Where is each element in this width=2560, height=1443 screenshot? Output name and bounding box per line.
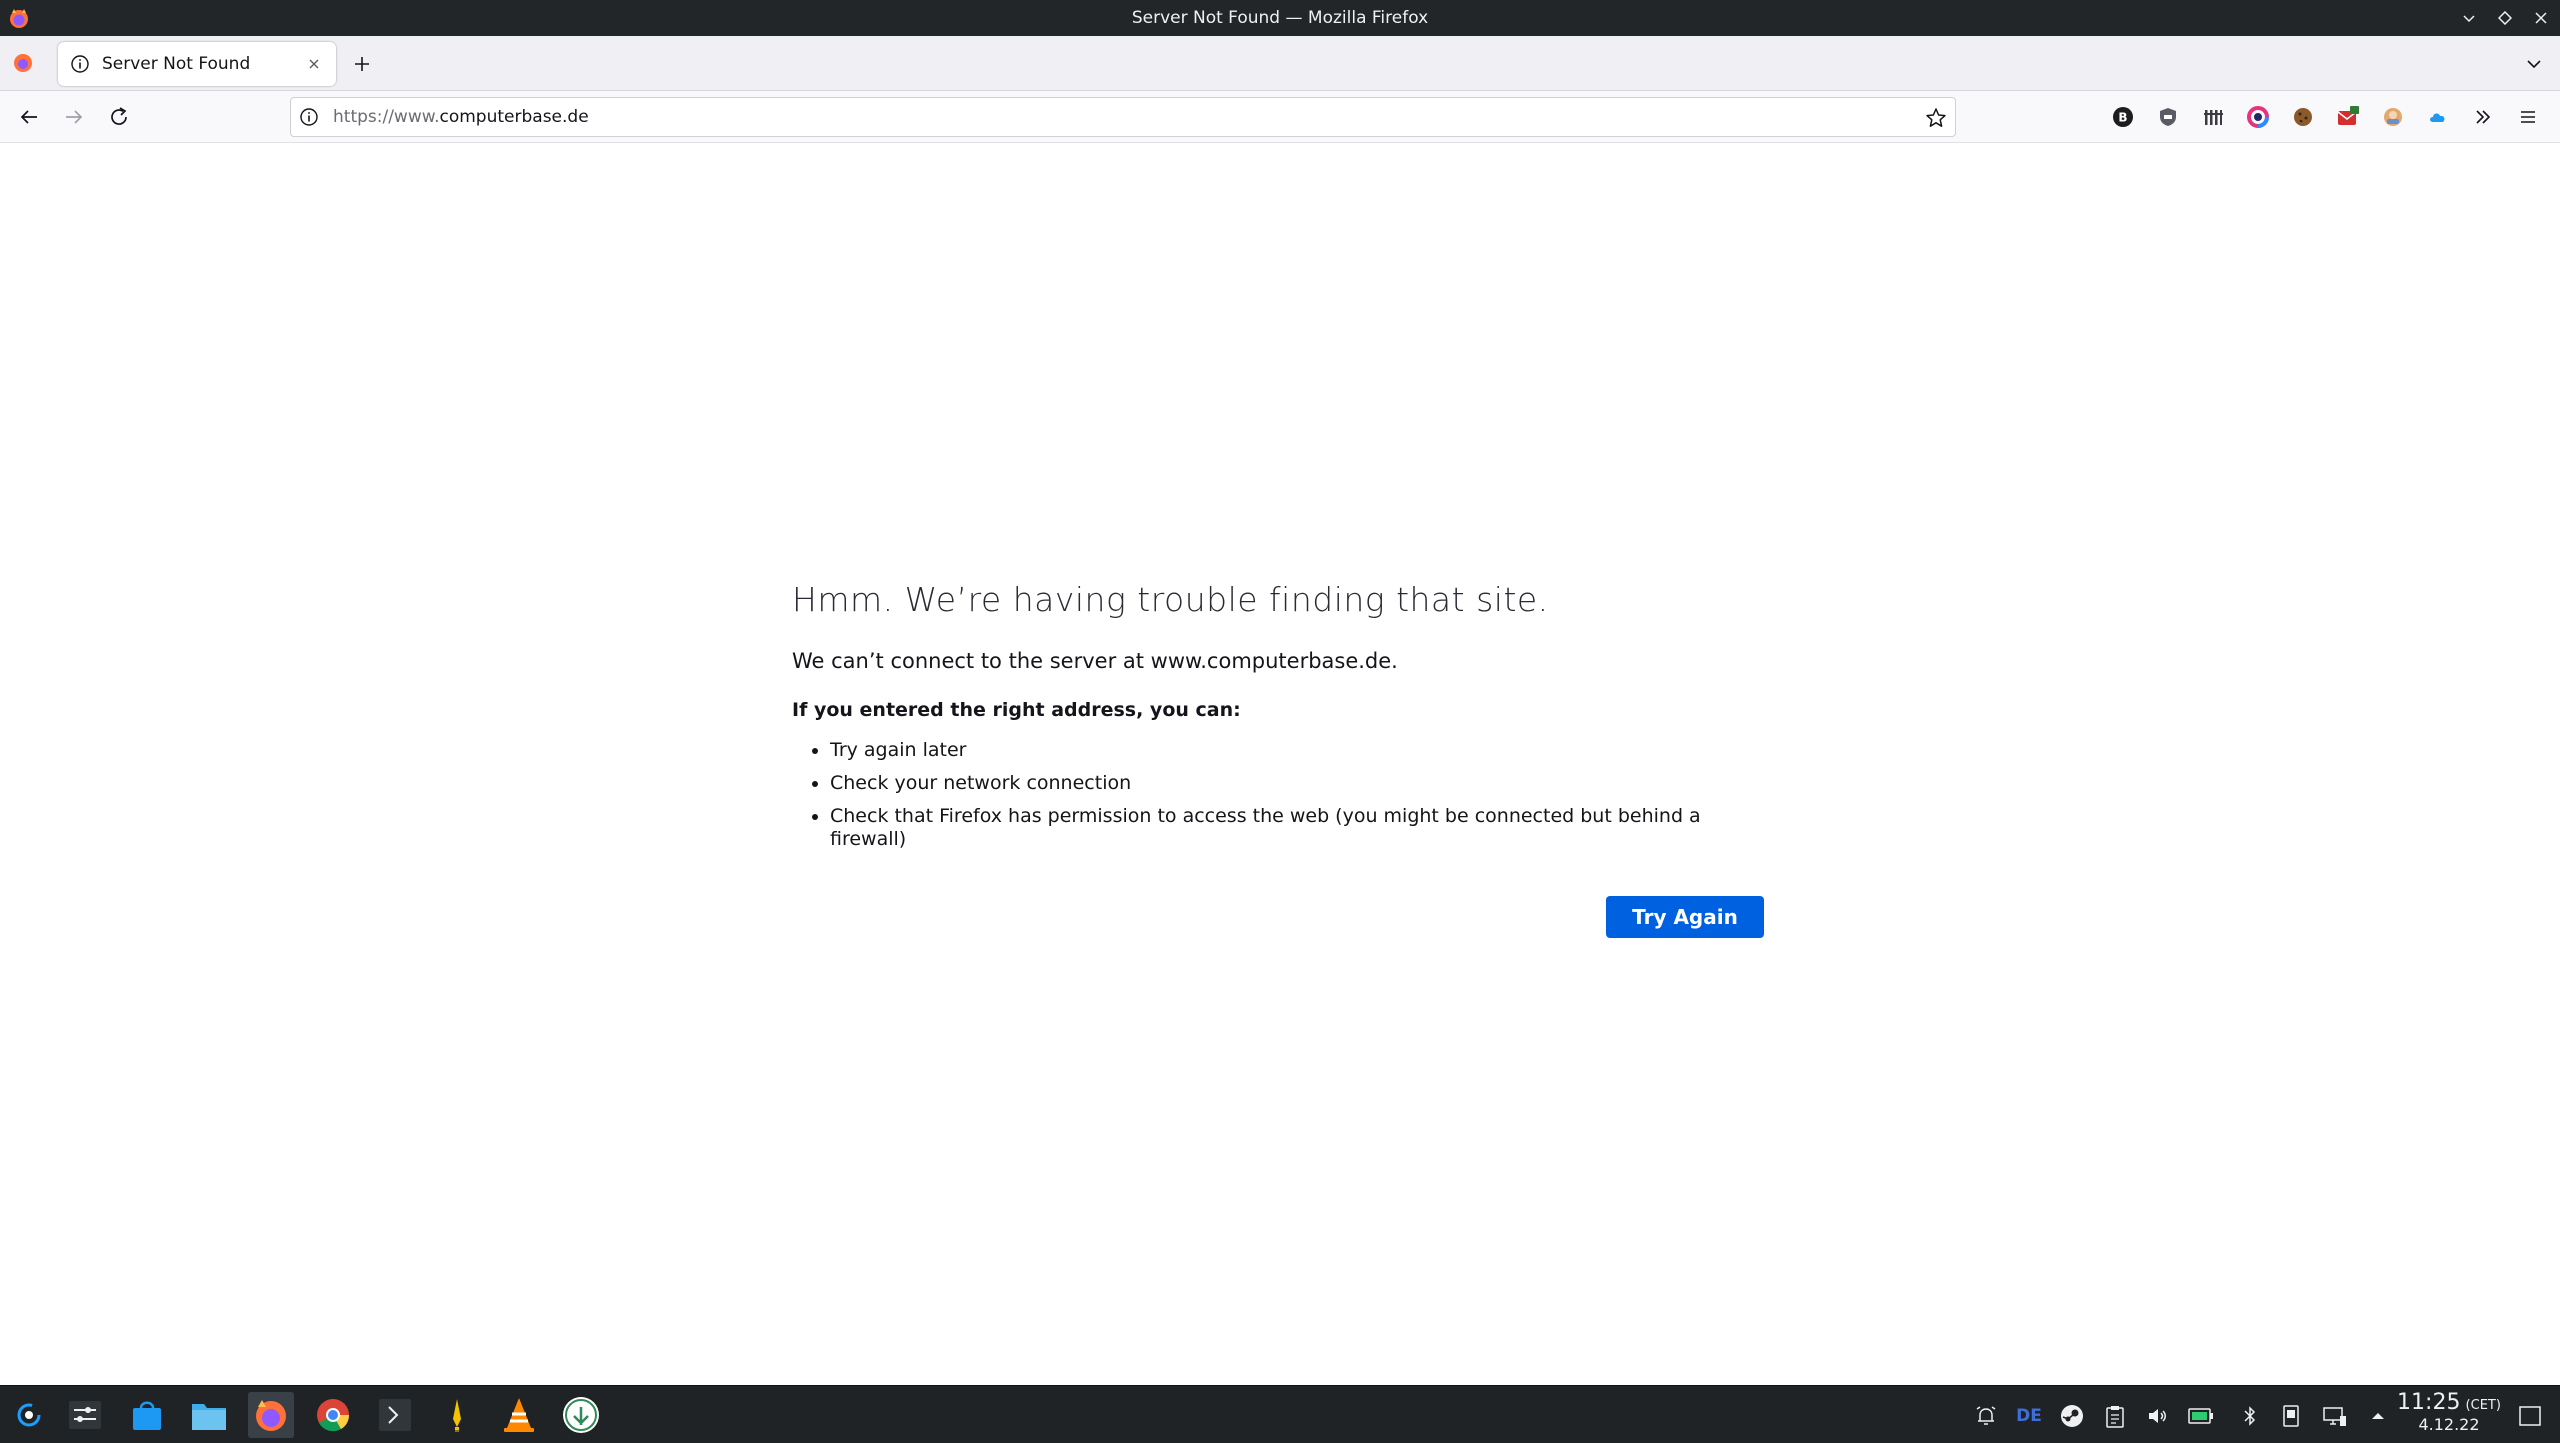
steam-tray-icon[interactable] bbox=[2059, 1403, 2085, 1429]
taskbar: DE 11:25 (CET) 4.12.22 bbox=[0, 1385, 2560, 1443]
clipboard-icon[interactable] bbox=[2102, 1403, 2128, 1429]
digital-clock[interactable]: 11:25 (CET) 4.12.22 bbox=[2394, 1390, 2504, 1434]
site-info-icon[interactable] bbox=[299, 107, 319, 127]
keyboard-layout-indicator[interactable]: DE bbox=[2016, 1403, 2042, 1429]
list-all-tabs-icon[interactable] bbox=[2522, 52, 2546, 76]
volume-icon[interactable] bbox=[2145, 1403, 2171, 1429]
suggestion-list: Try again later Check your network conne… bbox=[792, 739, 1764, 851]
color-ring-extension-icon[interactable] bbox=[2245, 104, 2271, 130]
battery-icon[interactable] bbox=[2188, 1403, 2214, 1429]
tab-server-not-found[interactable]: Server Not Found bbox=[58, 42, 336, 86]
fs-app-icon[interactable] bbox=[558, 1392, 604, 1438]
clock-timezone: (CET) bbox=[2465, 1398, 2501, 1413]
network-icon[interactable] bbox=[2322, 1403, 2348, 1429]
file-manager-icon[interactable] bbox=[186, 1392, 232, 1438]
mail-extension-icon[interactable] bbox=[2335, 104, 2361, 130]
page-content: Hmm. We’re having trouble finding that s… bbox=[0, 143, 2560, 1385]
close-window-icon[interactable] bbox=[2532, 9, 2550, 27]
try-again-button[interactable]: Try Again bbox=[1606, 896, 1764, 938]
firefox-taskbar-icon[interactable] bbox=[248, 1392, 294, 1438]
tray-expand-arrow-icon[interactable] bbox=[2365, 1403, 2391, 1429]
forward-icon[interactable] bbox=[62, 105, 86, 129]
list-item: Check your network connection bbox=[830, 772, 1764, 795]
window-title: Server Not Found — Mozilla Firefox bbox=[1131, 8, 1429, 28]
extension-b-icon[interactable]: B bbox=[2110, 104, 2136, 130]
url-prefix: https://www. bbox=[333, 107, 440, 127]
error-subtitle: If you entered the right address, you ca… bbox=[792, 699, 1241, 721]
error-description: We can’t connect to the server at www.co… bbox=[792, 649, 1398, 673]
navigation-toolbar: https://www. computerbase.de B bbox=[0, 91, 2560, 143]
clock-time: 11:25 bbox=[2397, 1390, 2461, 1415]
url-domain: computerbase.de bbox=[439, 107, 589, 127]
tab-label: Server Not Found bbox=[102, 54, 251, 74]
show-desktop-icon[interactable] bbox=[2517, 1403, 2543, 1429]
vlc-icon[interactable] bbox=[496, 1392, 542, 1438]
close-tab-icon[interactable] bbox=[304, 54, 324, 74]
bookmark-star-icon[interactable] bbox=[1925, 107, 1947, 129]
clock-date: 4.12.22 bbox=[2418, 1415, 2480, 1434]
notifications-bell-icon[interactable] bbox=[1973, 1403, 1999, 1429]
svg-text:B: B bbox=[2118, 111, 2127, 125]
error-container: Hmm. We’re having trouble finding that s… bbox=[792, 580, 1764, 938]
chrome-taskbar-icon[interactable] bbox=[310, 1392, 356, 1438]
firefox-logo-icon bbox=[10, 9, 28, 28]
cloud-extension-icon[interactable] bbox=[2425, 104, 2451, 130]
new-tab-icon[interactable] bbox=[350, 52, 374, 76]
discover-store-icon[interactable] bbox=[124, 1392, 170, 1438]
bluetooth-icon[interactable] bbox=[2237, 1403, 2263, 1429]
tab-strip: Server Not Found bbox=[0, 36, 2560, 91]
minimize-icon[interactable] bbox=[2460, 9, 2478, 27]
cookie-extension-icon[interactable] bbox=[2290, 104, 2316, 130]
hamburger-menu-icon[interactable] bbox=[2515, 104, 2541, 130]
ublock-shield-icon[interactable] bbox=[2155, 104, 2181, 130]
maximize-icon[interactable] bbox=[2496, 9, 2514, 27]
list-item: Try again later bbox=[830, 739, 1764, 762]
app-launcher-icon[interactable] bbox=[6, 1392, 52, 1438]
terminal-icon[interactable] bbox=[372, 1392, 418, 1438]
back-icon[interactable] bbox=[17, 105, 41, 129]
system-settings-icon[interactable] bbox=[62, 1392, 108, 1438]
window-controls bbox=[2460, 0, 2550, 36]
heroic-launcher-icon[interactable] bbox=[434, 1392, 480, 1438]
error-title: Hmm. We’re having trouble finding that s… bbox=[792, 580, 1549, 619]
bars-extension-icon[interactable] bbox=[2200, 104, 2226, 130]
list-item: Check that Firefox has permission to acc… bbox=[830, 805, 1764, 851]
device-manager-icon[interactable] bbox=[2278, 1403, 2304, 1429]
more-tools-chevrons-icon[interactable] bbox=[2470, 104, 2496, 130]
reload-icon[interactable] bbox=[107, 105, 131, 129]
firefox-view-icon[interactable] bbox=[12, 52, 34, 74]
window-titlebar: Server Not Found — Mozilla Firefox bbox=[0, 0, 2560, 36]
info-icon bbox=[71, 55, 89, 73]
url-bar[interactable]: https://www. computerbase.de bbox=[290, 97, 1956, 137]
avatar-extension-icon[interactable] bbox=[2380, 104, 2406, 130]
